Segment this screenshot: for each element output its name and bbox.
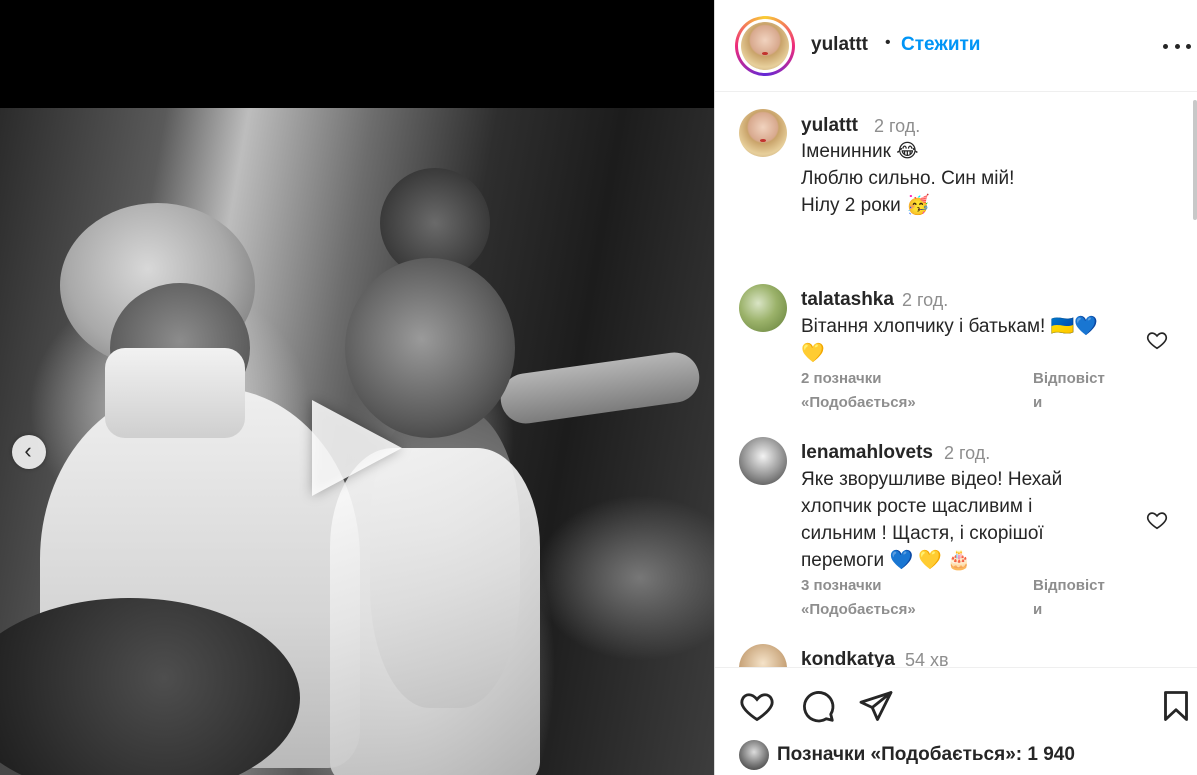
avatar[interactable] [739,437,787,485]
reply-button[interactable]: Відповіст и [1033,367,1105,415]
post-actions: Позначки «Подобається»: 1 940 [715,667,1197,775]
author-username[interactable]: yulattt [811,34,868,56]
paper-plane-icon[interactable] [858,688,894,724]
author-avatar-story-ring[interactable] [735,16,795,76]
avatar [741,22,789,70]
comment-likes-count[interactable]: 2 позначки «Подобається» [801,367,916,415]
caption-timestamp[interactable]: 2 год. [874,116,920,137]
likes-count[interactable]: Позначки «Подобається»: 1 940 [777,744,1075,766]
comment-author[interactable]: talatashka [801,289,894,311]
comment-like-heart-icon[interactable] [1146,509,1168,531]
caption-author[interactable]: yulattt [801,115,858,137]
comment-text: Вітання хлопчику і батькам! 🇺🇦💙 💛 [801,316,1098,364]
comment-author[interactable]: kondkatya [801,649,895,667]
heart-icon[interactable] [739,688,775,724]
caption-text: Іменинник 😂 Люблю сильно. Син мій! Нілу … [801,141,1015,216]
avatar[interactable] [739,284,787,332]
chevron-left-icon[interactable]: ‹ [12,435,46,469]
towel [330,448,540,775]
post-side-panel: yulattt • Стежити yulattt 2 год. Іменинн… [714,0,1197,775]
comment-timestamp[interactable]: 54 хв [905,650,949,667]
comments-list[interactable]: yulattt 2 год. Іменинник 😂 Люблю сильно.… [715,93,1197,667]
comments-scrollbar[interactable] [1193,100,1197,220]
comment-likes-count[interactable]: 3 позначки «Подобається» [801,574,916,622]
comment-like-heart-icon[interactable] [1146,329,1168,351]
comment-timestamp[interactable]: 2 год. [944,443,990,464]
more-options-icon[interactable] [1163,32,1191,60]
avatar[interactable] [739,109,787,157]
comment-timestamp[interactable]: 2 год. [902,290,948,311]
doctor-mask [105,348,245,438]
post-media: ‹ [0,0,714,775]
play-icon[interactable] [312,400,402,496]
likes-summary[interactable]: Позначки «Подобається»: 1 940 [739,740,1075,770]
baby-arm [497,349,703,427]
separator-dot: • [885,34,891,51]
comment-bubble-icon[interactable] [800,688,836,724]
avatar[interactable] [739,644,787,667]
comment-text: Яке зворушливе відео! Нехай хлопчик рост… [801,469,1063,571]
bookmark-icon[interactable] [1158,688,1194,724]
follow-button[interactable]: Стежити [901,34,980,56]
avatar [739,740,769,770]
post-header: yulattt • Стежити [715,0,1197,92]
comment-author[interactable]: lenamahlovets [801,442,933,464]
reply-button[interactable]: Відповіст и [1033,574,1105,622]
